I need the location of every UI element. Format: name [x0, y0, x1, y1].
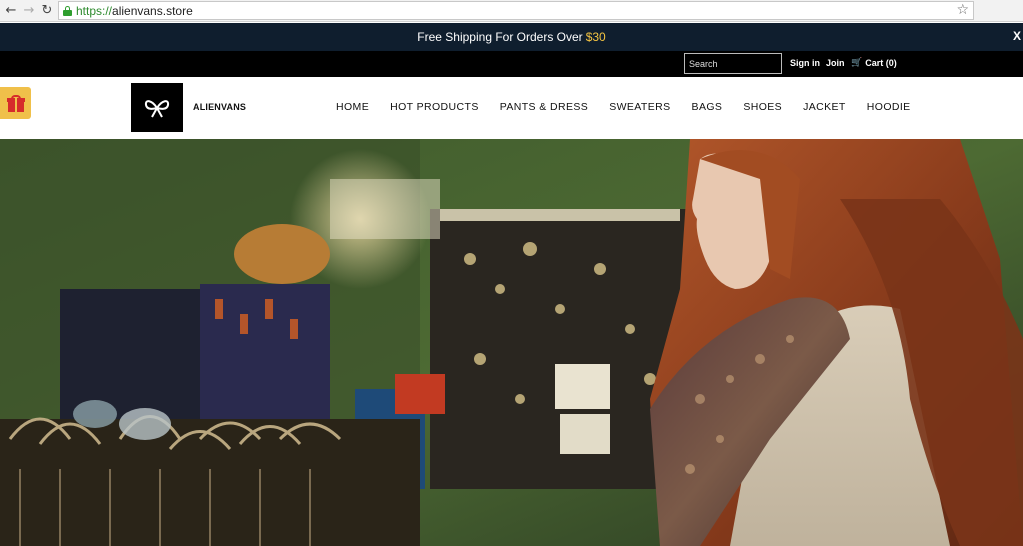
- brand-name[interactable]: ALIENVANS: [193, 102, 246, 112]
- main-nav: HOME HOT PRODUCTS PANTS & DRESS SWEATERS…: [336, 101, 932, 113]
- url-scheme: https://: [76, 3, 113, 18]
- gift-icon: [6, 94, 25, 112]
- star-icon[interactable]: ☆: [956, 2, 969, 19]
- nav-item-pants-dress[interactable]: PANTS & DRESS: [500, 101, 588, 113]
- browser-toolbar: ← → ↻ https://alienvans.store ☆: [0, 0, 1023, 22]
- address-bar[interactable]: https://alienvans.store ☆: [58, 1, 974, 20]
- nav-item-shoes[interactable]: SHOES: [743, 101, 782, 113]
- hero-photo: [0, 139, 1023, 546]
- nav-item-hoodie[interactable]: HOODIE: [867, 101, 911, 113]
- bow-logo-icon: [144, 99, 170, 117]
- site-logo[interactable]: [131, 83, 183, 132]
- site-header: ALIENVANS HOME HOT PRODUCTS PANTS & DRES…: [0, 77, 1023, 139]
- lock-icon: [63, 5, 72, 16]
- nav-item-home[interactable]: HOME: [336, 101, 369, 113]
- nav-item-bags[interactable]: BAGS: [692, 101, 723, 113]
- shipping-announcement: Free Shipping For Orders Over $30 X: [0, 23, 1023, 51]
- announcement-amount: $30: [585, 30, 606, 44]
- announcement-text: Free Shipping For Orders Over: [417, 30, 583, 44]
- join-link[interactable]: Join: [826, 58, 845, 68]
- nav-item-sweaters[interactable]: SWEATERS: [609, 101, 670, 113]
- reload-icon[interactable]: ↻: [38, 2, 56, 20]
- nav-item-hot-products[interactable]: HOT PRODUCTS: [390, 101, 479, 113]
- utility-bar: Sign in Join 🛒 Cart (0): [0, 51, 1023, 77]
- arrow-left-icon[interactable]: ←: [2, 2, 20, 20]
- close-announcement-button[interactable]: X: [1013, 29, 1021, 43]
- nav-item-jacket[interactable]: JACKET: [803, 101, 846, 113]
- sign-in-link[interactable]: Sign in: [790, 58, 820, 68]
- arrow-right-icon[interactable]: →: [20, 2, 38, 20]
- search-input[interactable]: [684, 53, 782, 74]
- cart-icon: 🛒: [851, 58, 863, 68]
- cart-label: Cart (0): [865, 58, 897, 68]
- gift-button[interactable]: [0, 87, 31, 119]
- hero-banner[interactable]: [0, 139, 1023, 546]
- url-host: alienvans.store: [112, 3, 193, 18]
- cart-link[interactable]: 🛒 Cart (0): [851, 58, 897, 68]
